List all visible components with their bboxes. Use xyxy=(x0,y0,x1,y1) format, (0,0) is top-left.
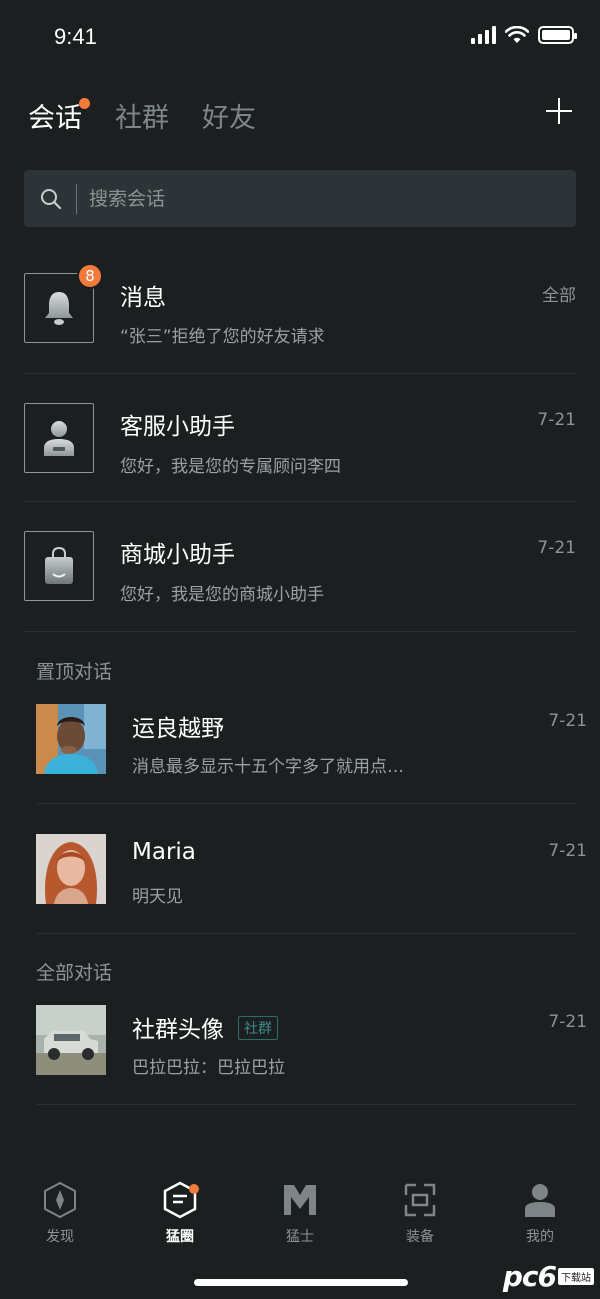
row-subtitle: 您好，我是您的专属顾问李四 xyxy=(120,457,341,477)
list-item-messages[interactable]: 8 消息 “张三”拒绝了您的好友请求 全部 xyxy=(0,244,600,374)
wifi-icon xyxy=(505,26,529,43)
unread-dot xyxy=(189,1184,199,1194)
search-input[interactable] xyxy=(89,187,576,210)
row-title: 运良越野 xyxy=(132,716,224,742)
row-title: 消息 xyxy=(120,285,166,311)
row-time: 7-21 xyxy=(548,1012,587,1032)
row-time: 7-21 xyxy=(548,711,587,731)
divider xyxy=(36,933,576,934)
tab-label: 好友 xyxy=(202,103,256,134)
avatar xyxy=(36,704,106,774)
tab-conversations[interactable]: 会话 xyxy=(28,96,90,135)
search-bar[interactable] xyxy=(24,170,576,227)
avatar xyxy=(36,1005,106,1075)
list-item-pinned-chat[interactable]: Maria 明天见 7-21 xyxy=(0,804,600,934)
tab-friends[interactable]: 好友 xyxy=(202,96,256,135)
add-plus-icon[interactable] xyxy=(544,96,574,126)
watermark-main: pc6 xyxy=(502,1260,557,1293)
nav-profile[interactable]: 我的 xyxy=(480,1180,600,1270)
nav-label: 装备 xyxy=(406,1229,434,1245)
bottom-navigation: 发现 猛圈 猛士 装备 我的 xyxy=(0,1180,600,1270)
gear-box-icon xyxy=(400,1180,440,1220)
list-item-mall-assistant[interactable]: 商城小助手 您好，我是您的商城小助手 7-21 xyxy=(0,502,600,632)
watermark-logo: pc6 下载站 xyxy=(503,1260,594,1293)
nav-circle[interactable]: 猛圈 xyxy=(120,1180,240,1270)
row-time: 7-21 xyxy=(548,841,587,861)
shopping-bag-icon xyxy=(24,531,94,601)
list-item-group-chat[interactable]: 社群头像 社群 巴拉巴拉：巴拉巴拉 7-21 xyxy=(0,975,600,1105)
tab-label: 会话 xyxy=(28,103,82,134)
nav-warrior[interactable]: 猛士 xyxy=(240,1180,360,1270)
row-subtitle: 您好，我是您的商城小助手 xyxy=(120,585,324,605)
community-tag: 社群 xyxy=(238,1015,278,1040)
search-icon xyxy=(40,188,62,210)
row-title-text: 社群头像 xyxy=(132,1017,224,1043)
unread-dot xyxy=(79,98,90,109)
profile-icon xyxy=(520,1180,560,1220)
nav-label: 发现 xyxy=(46,1229,74,1245)
row-time: 7-21 xyxy=(537,410,576,430)
top-tabs: 会话 社群 好友 xyxy=(28,96,289,135)
nav-label: 猛士 xyxy=(286,1229,314,1245)
row-time: 7-21 xyxy=(537,538,576,558)
nav-discover[interactable]: 发现 xyxy=(0,1180,120,1270)
row-title: Maria xyxy=(132,839,196,865)
user-icon xyxy=(24,403,94,473)
watermark-sub: 下载站 xyxy=(558,1268,594,1285)
status-icons xyxy=(471,26,577,44)
status-time: 9:41 xyxy=(54,24,97,49)
row-subtitle: 明天见 xyxy=(132,887,183,907)
row-subtitle: 巴拉巴拉：巴拉巴拉 xyxy=(132,1058,285,1078)
nav-label: 猛圈 xyxy=(166,1229,194,1245)
nav-label: 我的 xyxy=(526,1229,554,1245)
status-bar: 9:41 xyxy=(0,0,600,80)
row-subtitle: “张三”拒绝了您的好友请求 xyxy=(120,327,325,347)
cellular-signal-icon xyxy=(471,26,496,44)
avatar xyxy=(36,834,106,904)
list-item-pinned-chat[interactable]: 运良越野 消息最多显示十五个字多了就用点… 7-21 xyxy=(0,674,600,804)
tab-community[interactable]: 社群 xyxy=(115,96,169,135)
tab-label: 社群 xyxy=(115,103,169,134)
row-title: 客服小助手 xyxy=(120,414,235,440)
divider xyxy=(36,1104,576,1105)
row-title: 商城小助手 xyxy=(120,542,235,568)
m-logo-icon xyxy=(280,1180,320,1220)
nav-equipment[interactable]: 装备 xyxy=(360,1180,480,1270)
home-indicator xyxy=(194,1279,408,1286)
view-all-link[interactable]: 全部 xyxy=(542,281,576,306)
circle-hex-icon xyxy=(160,1180,200,1220)
compass-icon xyxy=(40,1180,80,1220)
row-subtitle: 消息最多显示十五个字多了就用点… xyxy=(132,757,404,777)
unread-badge: 8 xyxy=(77,263,103,289)
row-title: 社群头像 社群 xyxy=(132,1010,278,1044)
list-item-customer-service[interactable]: 客服小助手 您好，我是您的专属顾问李四 7-21 xyxy=(0,374,600,502)
divider xyxy=(24,631,576,632)
battery-icon xyxy=(538,26,577,44)
search-divider xyxy=(76,183,77,214)
